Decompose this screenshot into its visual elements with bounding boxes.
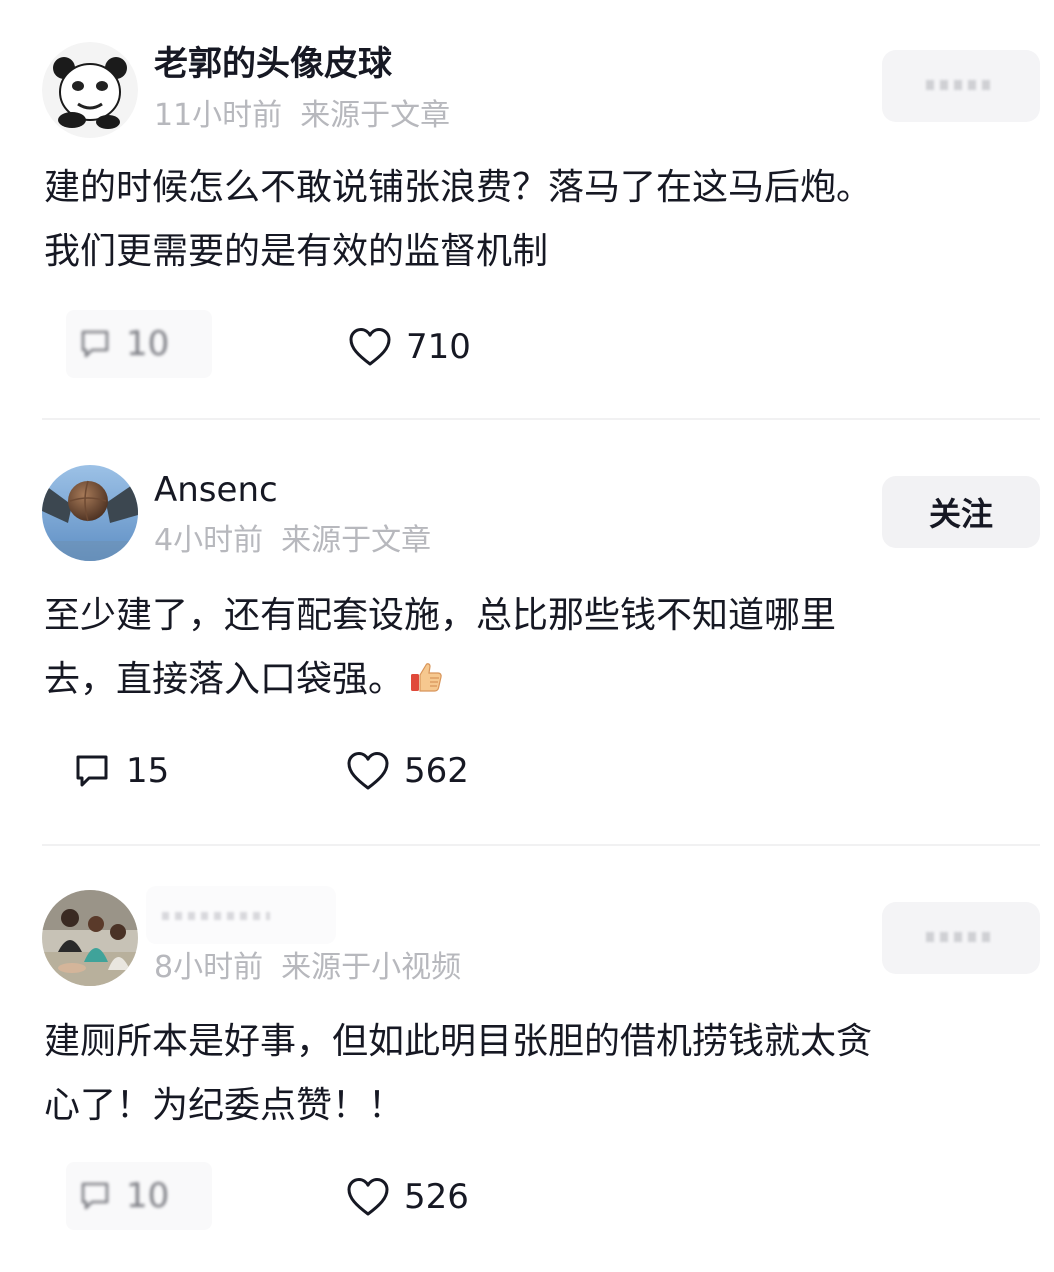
timestamp: 11小时前: [154, 98, 283, 133]
like-count: 562: [404, 751, 469, 791]
thumbs-up-emoji-icon: [408, 652, 444, 716]
comment-item: Ansenc 4小时前 来源于文章 关注 至少建了，还有配套设施，总比那些钱不知道…: [0, 420, 1054, 844]
timestamp: 4小时前: [154, 523, 264, 558]
heart-icon: [349, 328, 391, 366]
group-photo-avatar: [42, 890, 138, 986]
comment-text-line: 至少建了，还有配套设施，总比那些钱不知道哪里: [44, 595, 837, 636]
source-label: 来源于文章: [281, 523, 432, 558]
reply-count: 10: [126, 1176, 170, 1216]
username[interactable]: 老郭的头像皮球: [154, 40, 392, 88]
avatar[interactable]: [42, 890, 138, 986]
reply-count: 15: [126, 751, 170, 791]
like-button[interactable]: 710: [348, 322, 471, 372]
avatar[interactable]: [42, 42, 138, 138]
comment-text-line: 我们更需要的是有效的监督机制: [44, 231, 549, 272]
comment-text-line: 去，直接落入口袋强。: [44, 648, 1034, 716]
comment-text-line: 建的时候怎么不敢说铺张浪费？落马了在这马后炮。: [44, 167, 873, 208]
timestamp: 8小时前: [154, 950, 264, 985]
comment-text-segment: 去，直接落入口袋强。: [44, 659, 405, 700]
reply-bubble-icon: [81, 330, 109, 358]
reply-button[interactable]: 10: [66, 310, 212, 378]
like-count: 526: [404, 1177, 469, 1217]
source-label: 来源于文章: [300, 98, 451, 133]
comment-meta: 8小时前 来源于小视频: [154, 948, 461, 988]
comment-text: 建的时候怎么不敢说铺张浪费？落马了在这马后炮。 我们更需要的是有效的监督机制: [44, 156, 1034, 284]
comment-text-line: 心了！为纪委点赞！！: [44, 1085, 405, 1126]
username[interactable]: [146, 886, 336, 944]
reply-bubble-icon: [81, 1182, 109, 1210]
follow-button[interactable]: 关注: [882, 476, 1040, 548]
panda-meme-avatar: [42, 42, 138, 138]
like-count: 710: [406, 327, 471, 367]
heart-icon: [347, 752, 389, 790]
comment-item: 老郭的头像皮球 11小时前来源于文章 关注 建的时候怎么不敢说铺张浪费？落马了在…: [0, 0, 1054, 418]
comment-text: 至少建了，还有配套设施，总比那些钱不知道哪里 去，直接落入口袋强。: [44, 584, 1034, 716]
comment-text-line: 建厕所本是好事，但如此明目张胆的借机捞钱就太贪: [44, 1021, 873, 1062]
like-button[interactable]: 562: [346, 746, 469, 796]
comment-meta: 11小时前 来源于文章: [154, 96, 450, 136]
username[interactable]: Ansenc: [154, 466, 278, 514]
avatar[interactable]: [42, 465, 138, 561]
follow-button[interactable]: 关注: [882, 902, 1040, 974]
reply-button[interactable]: 15: [72, 746, 169, 796]
follow-button[interactable]: 关注: [882, 50, 1040, 122]
reply-bubble-icon: [76, 755, 108, 787]
reply-count: 10: [126, 324, 170, 364]
reply-button[interactable]: 10: [66, 1162, 212, 1230]
like-button[interactable]: 526: [346, 1172, 469, 1222]
comment-item: 8小时前来源于小视频 关注 建厕所本是好事，但如此明目张胆的借机捞钱就太贪 心了…: [0, 846, 1054, 1272]
comment-text: 建厕所本是好事，但如此明目张胆的借机捞钱就太贪 心了！为纪委点赞！！: [44, 1010, 1034, 1138]
ball-sculpture-avatar: [42, 465, 138, 561]
heart-icon: [347, 1178, 389, 1216]
source-label: 来源于小视频: [281, 950, 462, 985]
comment-meta: 4小时前 来源于文章: [154, 521, 431, 561]
